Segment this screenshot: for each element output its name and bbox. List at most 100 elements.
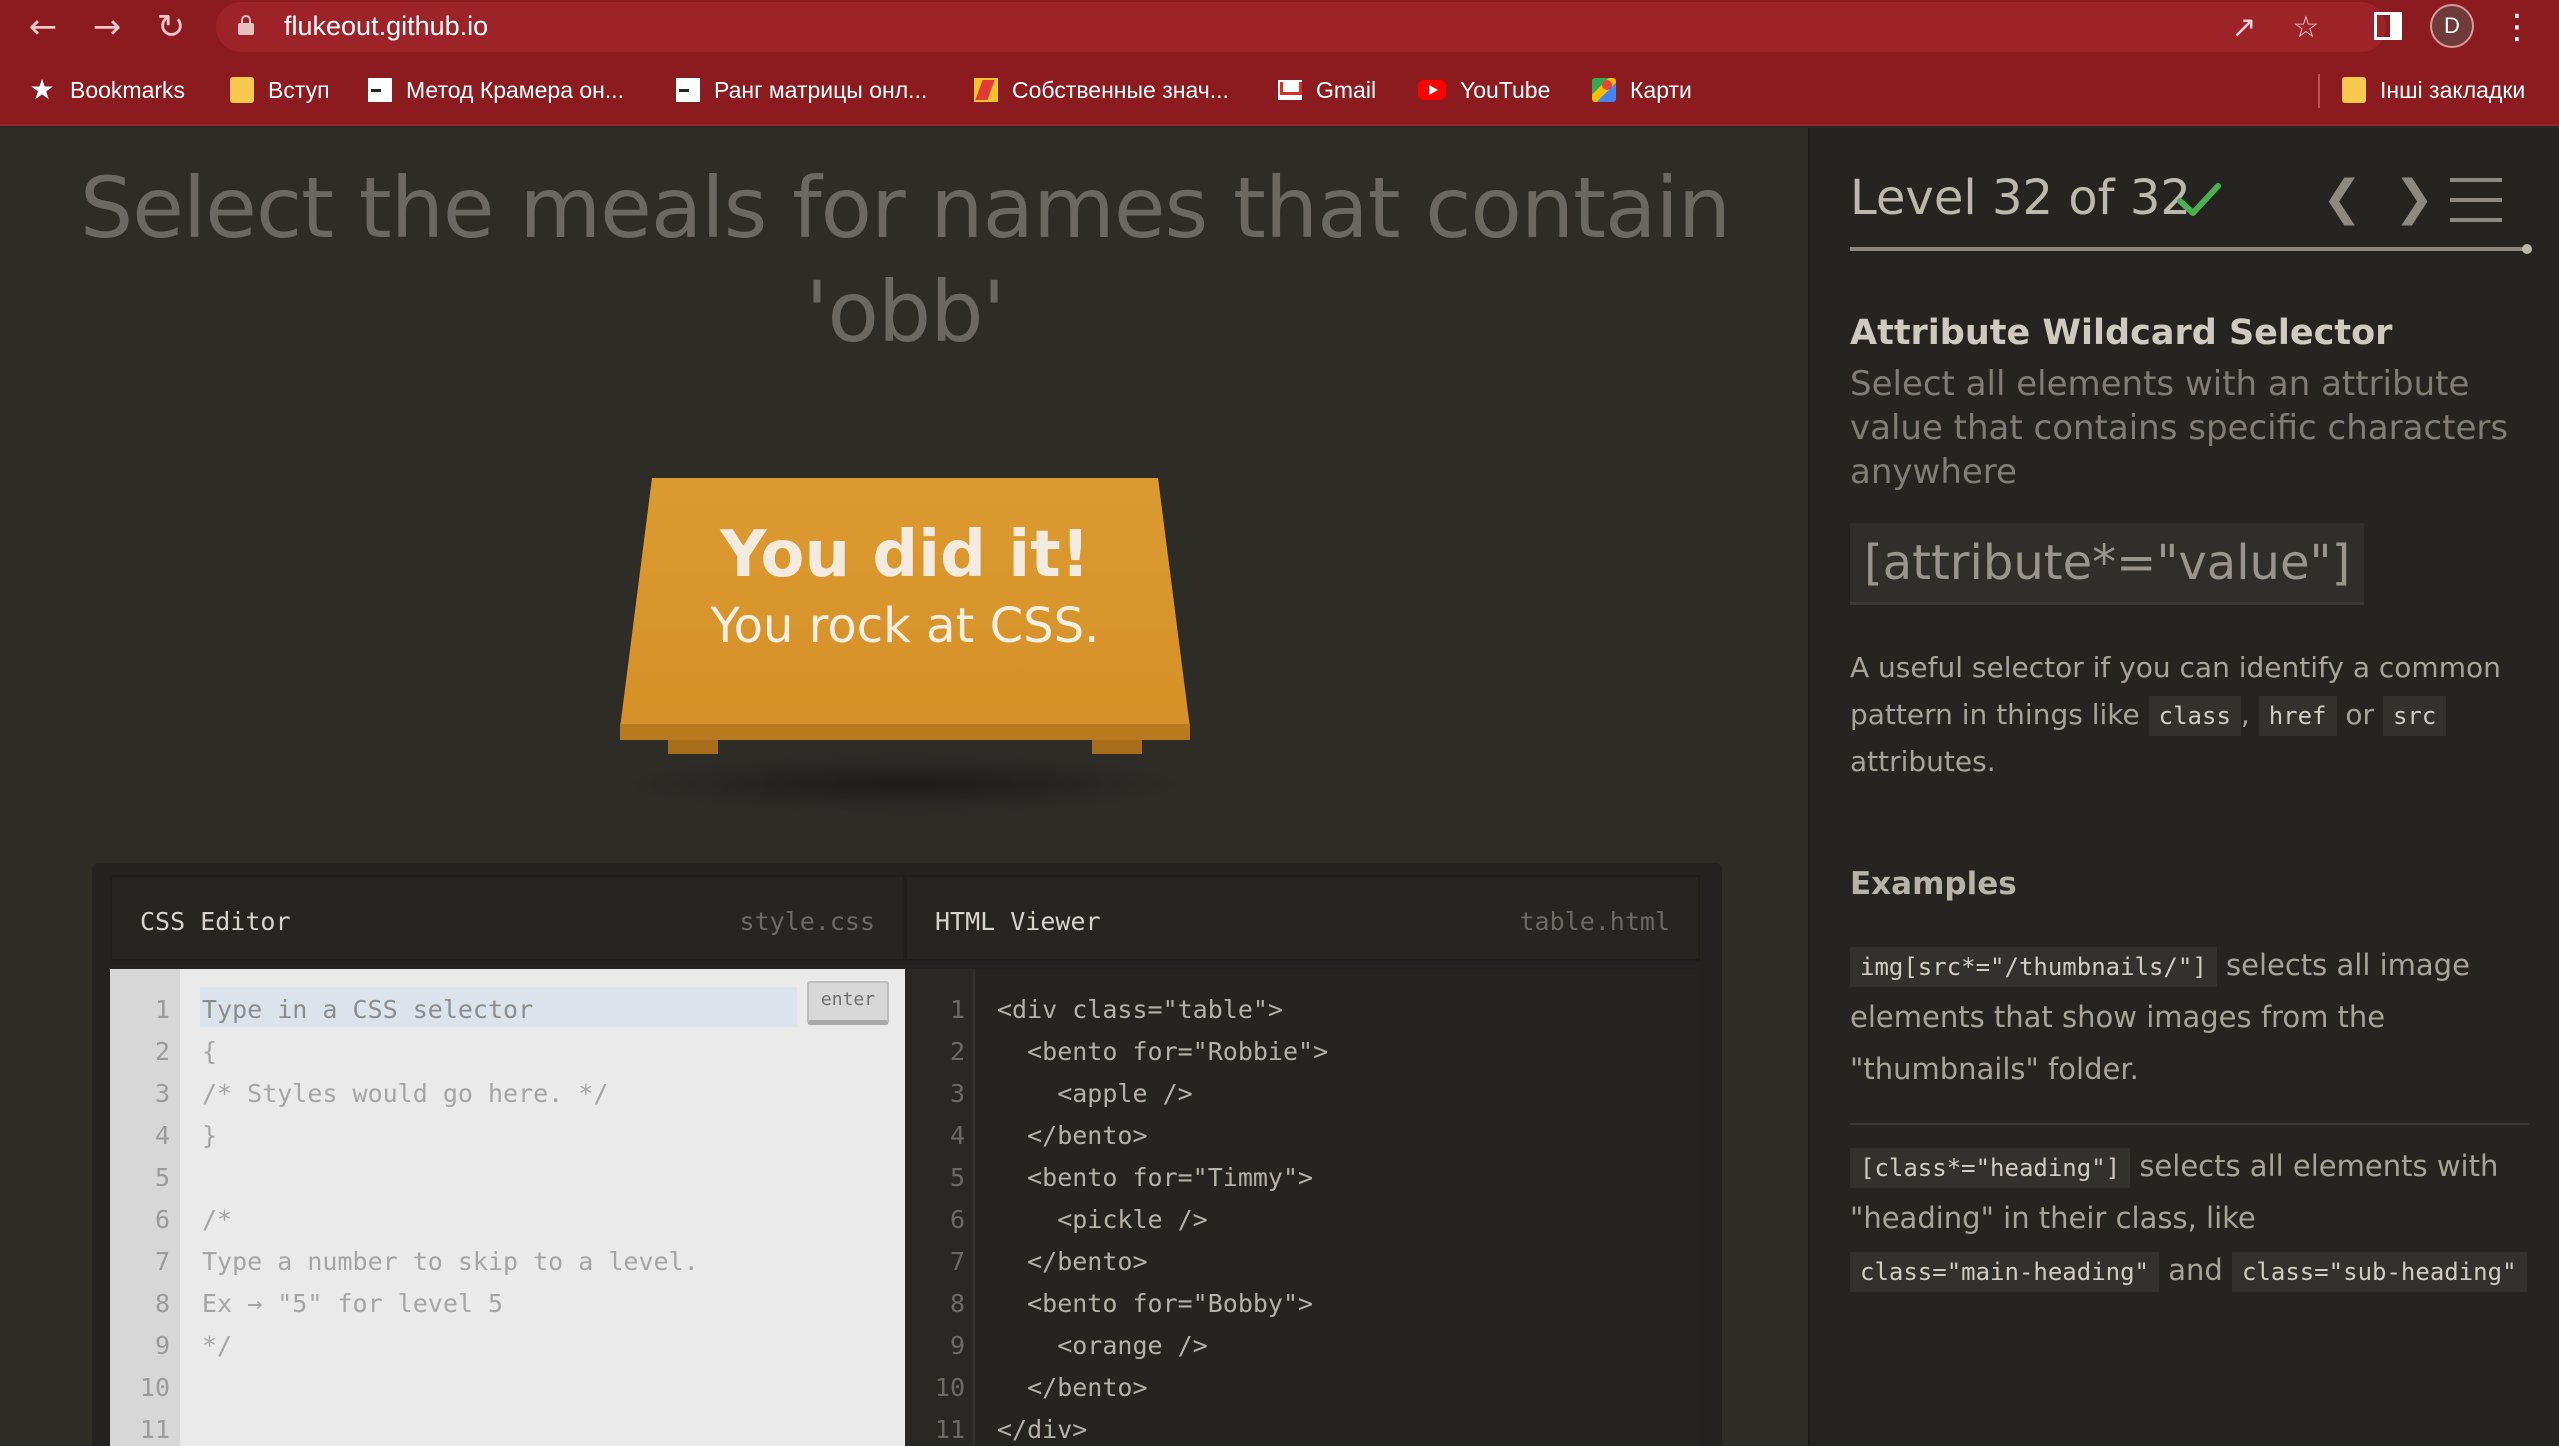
enter-button[interactable]: enter <box>807 981 889 1025</box>
gmail-icon <box>1278 80 1302 100</box>
table-edge <box>620 724 1190 740</box>
html-line[interactable]: </div> <box>997 1415 1087 1444</box>
table-shadow <box>620 754 1190 814</box>
address-bar[interactable]: flukeout.github.io ↗ ☆ <box>216 2 2386 52</box>
html-line[interactable]: <bento for="Bobby"> <box>997 1289 1313 1318</box>
code-tag: img[src*="/thumbnails/"] <box>1850 947 2217 987</box>
html-line[interactable]: <div class="table"> <box>997 995 1283 1024</box>
selector-hint: A useful selector if you can identify a … <box>1850 644 2530 785</box>
next-level-icon[interactable]: ❯ <box>2394 170 2434 226</box>
forward-arrow-icon[interactable]: → <box>86 6 128 48</box>
code-line: /* <box>202 1205 233 1234</box>
example-divider <box>1850 1123 2530 1125</box>
code-tag: [class*="heading"] <box>1850 1148 2131 1188</box>
bookmarks-divider <box>2318 74 2320 108</box>
table: You did it! You rock at CSS. <box>620 478 1190 814</box>
line-number: 2 <box>949 1037 965 1066</box>
level-progress-bar <box>1850 247 2530 251</box>
line-number: 2 <box>154 1037 170 1066</box>
line-number: 6 <box>154 1205 170 1234</box>
level-progress-fill <box>1850 247 2530 251</box>
examples-heading: Examples <box>1850 866 2017 902</box>
css-editor-body: Type in a CSS selector enter 1 2 3 4 5 6… <box>110 969 905 1446</box>
code-tag: href <box>2258 696 2337 736</box>
line-number: 8 <box>949 1289 965 1318</box>
browser-menu-icon[interactable]: ⋮ <box>2500 6 2534 48</box>
line-number: 1 <box>154 995 170 1024</box>
bolt-icon <box>974 78 998 102</box>
css-file-name: style.css <box>739 907 875 936</box>
bookmark-label: Gmail <box>1316 76 1377 103</box>
line-number: 6 <box>949 1205 965 1234</box>
html-line[interactable]: </bento> <box>997 1121 1147 1150</box>
code-line: /* Styles would go here. */ <box>202 1079 609 1108</box>
html-line[interactable]: <apple /> <box>997 1079 1192 1108</box>
line-number: 4 <box>154 1121 170 1150</box>
win-title: You did it! <box>720 518 1090 592</box>
code-tag: class="main-heading" <box>1850 1252 2159 1292</box>
line-number: 1 <box>949 995 965 1024</box>
star-icon: ★ <box>29 74 55 105</box>
html-viewer-header: HTML Viewer table.html <box>905 875 1700 961</box>
line-number: 3 <box>154 1079 170 1108</box>
selector-syntax: [attribute*="value"] <box>1850 523 2365 605</box>
line-number: 5 <box>949 1163 965 1192</box>
example-item: [class*="heading"] selects all elements … <box>1850 1140 2530 1296</box>
bookmark-label: YouTube <box>1460 76 1551 103</box>
line-number: 11 <box>934 1415 965 1444</box>
line-number: 10 <box>139 1373 170 1402</box>
html-line[interactable]: <orange /> <box>997 1331 1208 1360</box>
html-line[interactable]: <pickle /> <box>997 1205 1208 1234</box>
html-line[interactable]: <bento for="Robbie"> <box>997 1037 1328 1066</box>
line-number: 4 <box>949 1121 965 1150</box>
hint-text: attributes. <box>1850 745 1996 778</box>
code-tag: class <box>2148 696 2241 736</box>
line-number: 5 <box>154 1163 170 1192</box>
hint-text: , <box>2240 698 2250 731</box>
css-selector-placeholder[interactable]: Type in a CSS selector <box>202 995 533 1024</box>
back-arrow-icon[interactable]: ← <box>22 6 64 48</box>
bookmark-item[interactable]: Gmail <box>1278 54 1376 126</box>
selector-title: Select all elements with an attribute va… <box>1850 364 2509 492</box>
instruction-line: 'obb' <box>805 263 1005 361</box>
instruction-line: Select the meals for names that contain <box>79 159 1731 257</box>
bookmark-item[interactable]: Карти <box>1592 54 1692 126</box>
code-line: } <box>202 1121 218 1150</box>
table-leg <box>668 740 718 754</box>
bookmark-item[interactable]: ★ Bookmarks <box>28 54 185 126</box>
bookmark-item[interactable]: Вступ <box>230 54 330 126</box>
bookmark-item[interactable]: Метод Крамера он... <box>368 54 624 126</box>
check-icon <box>2177 183 2221 216</box>
page-icon <box>368 78 392 102</box>
html-line[interactable]: </bento> <box>997 1247 1147 1276</box>
side-panel-icon[interactable] <box>2374 12 2402 40</box>
example-item: img[src*="/thumbnails/"] selects all ima… <box>1850 939 2530 1095</box>
bookmark-item[interactable]: Ранг матрицы онл... <box>676 54 927 126</box>
line-number: 8 <box>154 1289 170 1318</box>
reload-icon[interactable]: ↻ <box>150 6 192 48</box>
html-viewer-body: 1 2 3 4 5 6 7 8 9 10 11 <div class="tabl… <box>905 969 1698 1446</box>
lock-icon[interactable] <box>238 15 254 35</box>
level-menu-icon[interactable] <box>2450 178 2502 222</box>
html-line[interactable]: <bento for="Timmy"> <box>997 1163 1313 1192</box>
profile-avatar[interactable]: D <box>2430 4 2474 48</box>
level-sidebar: Level 32 of 32 ❮ ❯ Attribute Wildcard Se… <box>1808 128 2559 1446</box>
share-icon[interactable]: ↗ <box>2224 8 2264 48</box>
previous-level-icon[interactable]: ❮ <box>2322 170 2362 226</box>
other-bookmarks[interactable]: Інші закладки <box>2342 54 2525 126</box>
code-line: */ <box>202 1331 233 1360</box>
bookmark-label: Ранг матрицы онл... <box>714 76 928 103</box>
bookmark-label: Собственные знач... <box>1012 76 1229 103</box>
html-viewer-title: HTML Viewer <box>935 907 1101 936</box>
bookmark-star-icon[interactable]: ☆ <box>2286 8 2326 48</box>
url-text[interactable]: flukeout.github.io <box>284 11 488 42</box>
browser-toolbar: ← → ↻ flukeout.github.io ↗ ☆ D ⋮ <box>0 0 2559 54</box>
bookmark-label: Інші закладки <box>2380 76 2526 103</box>
bookmark-item[interactable]: Собственные знач... <box>974 54 1229 126</box>
example-text: and <box>2168 1253 2223 1287</box>
html-line[interactable]: </bento> <box>997 1373 1147 1402</box>
bookmark-item[interactable]: YouTube <box>1418 54 1550 126</box>
level-indicator: Level 32 of 32 <box>1850 170 2191 226</box>
table-leg <box>1092 740 1142 754</box>
line-number: 7 <box>154 1247 170 1276</box>
